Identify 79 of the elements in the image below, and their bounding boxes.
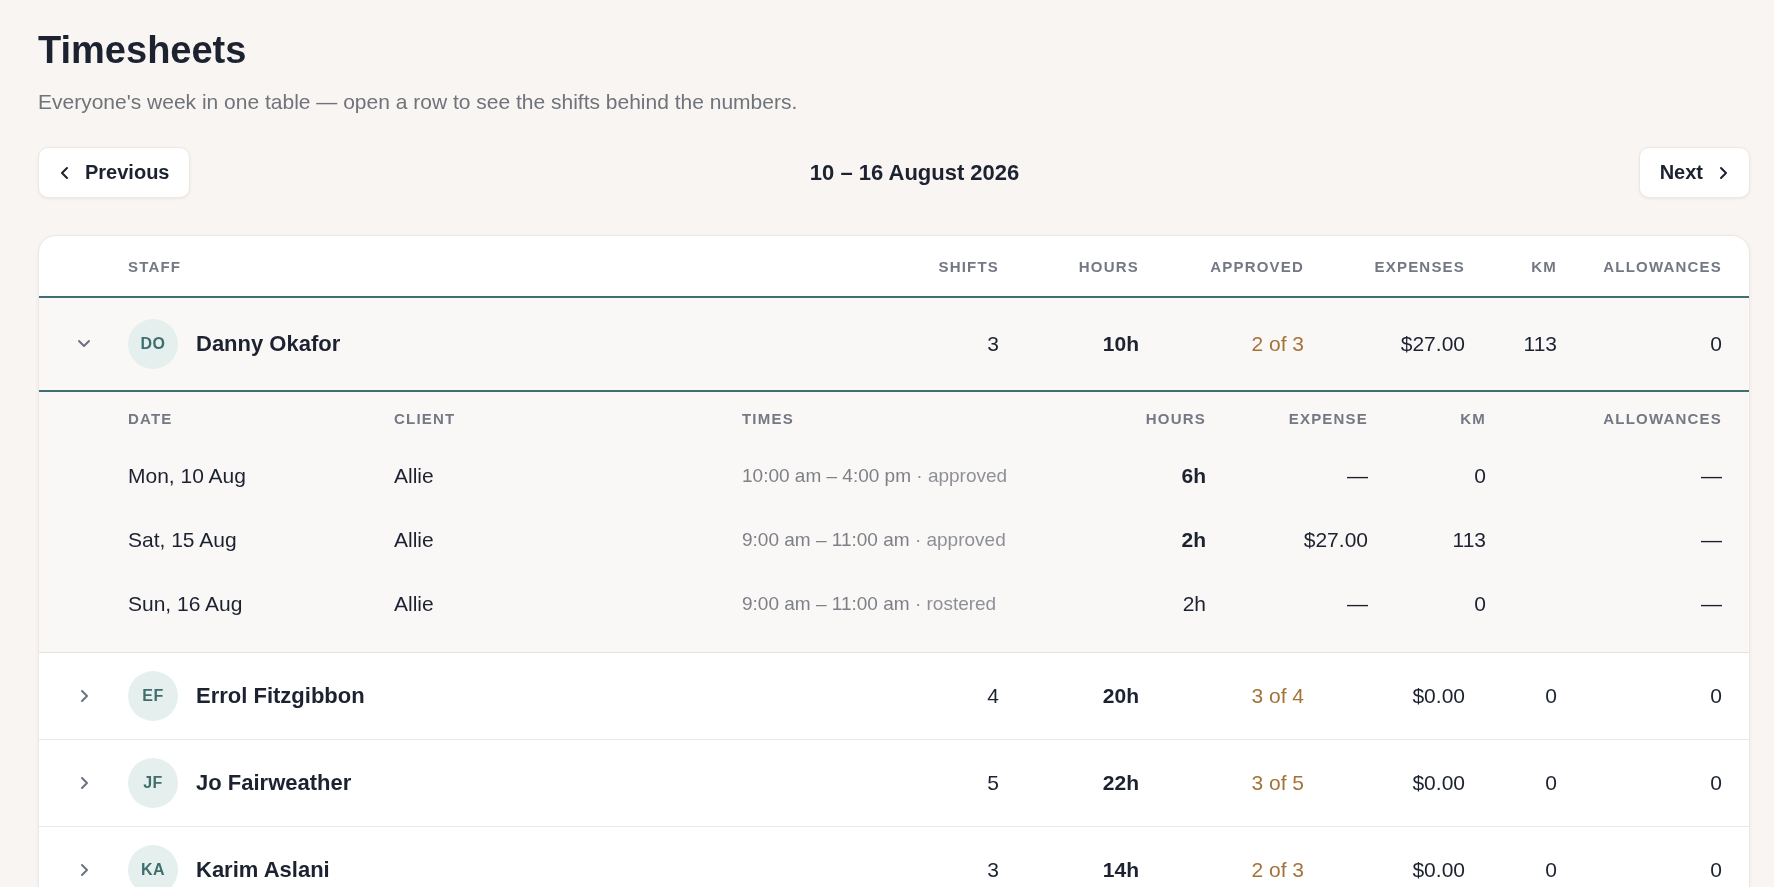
column-header: DATE <box>128 409 174 427</box>
page-subtitle: Everyone's week in one table — open a row to see the shifts behind the numbers. <box>38 90 799 114</box>
column-header: HOURS <box>1077 257 1139 275</box>
next-button[interactable]: Next <box>1638 147 1750 198</box>
shift-km: 113 <box>1451 528 1486 552</box>
staff-name: Jo Fairweather <box>196 770 352 796</box>
shift-expense: — <box>1346 464 1368 488</box>
page-title: Timesheets <box>38 28 247 73</box>
column-header: HOURS <box>1144 409 1206 427</box>
avatar-initials: DO <box>128 319 178 369</box>
chevron-left-icon <box>59 164 71 181</box>
expenses-total: $0.00 <box>1411 771 1465 795</box>
shift-count: 3 <box>986 858 999 882</box>
approved-count: 3 of 4 <box>1250 684 1304 708</box>
avatar-initials: EF <box>128 671 178 721</box>
client-name: Allie <box>394 464 435 488</box>
hours-total: 20h <box>1101 684 1139 708</box>
column-header: EXPENSE <box>1287 409 1368 427</box>
shift-allowances: — <box>1700 464 1722 488</box>
shift-allowances: — <box>1700 592 1722 616</box>
shift-km: 0 <box>1473 592 1486 616</box>
hours-total: 14h <box>1101 858 1139 882</box>
approved-count: 2 of 3 <box>1250 858 1304 882</box>
shift-hours: 2h <box>1180 528 1206 552</box>
shift-km: 0 <box>1473 464 1486 488</box>
hours-total: 10h <box>1101 332 1139 356</box>
column-header: SHIFTS <box>937 257 999 275</box>
column-header: TIMES <box>742 409 795 427</box>
shift-hours: 6h <box>1180 464 1206 488</box>
avatar-initials: KA <box>128 845 178 887</box>
column-header: CLIENT <box>394 409 457 427</box>
column-header: EXPENSES <box>1373 257 1465 275</box>
expenses-total: $0.00 <box>1411 858 1465 882</box>
client-name: Allie <box>394 592 435 616</box>
shift-count: 5 <box>986 771 999 795</box>
column-header: STAFF <box>128 257 183 275</box>
approved-count: 2 of 3 <box>1250 332 1304 356</box>
shift-count: 3 <box>986 332 999 356</box>
column-header: KM <box>1530 257 1557 275</box>
shift-expense: $27.00 <box>1302 528 1368 552</box>
column-header: APPROVED <box>1209 257 1304 275</box>
shift-times: 10:00 am – 4:00 pm · approved <box>742 465 1008 487</box>
column-header: KM <box>1459 409 1486 427</box>
avatar-initials: JF <box>128 758 178 808</box>
expenses-total: $27.00 <box>1399 332 1465 356</box>
shift-hours: 2h <box>1181 592 1206 616</box>
shift-times: 9:00 am – 11:00 am · approved <box>742 529 1006 551</box>
staff-row[interactable]: KA Karim Aslani 3 14h 2 of 3 $0.00 0 0 <box>39 827 1749 887</box>
expenses-total: $0.00 <box>1411 684 1465 708</box>
allowances-total: 0 <box>1709 332 1722 356</box>
staff-name: Danny Okafor <box>196 331 341 357</box>
shift-expense: — <box>1346 592 1368 616</box>
shift-date: Sun, 16 Aug <box>128 592 244 616</box>
staff-name: Errol Fitzgibbon <box>196 683 365 709</box>
shift-date: Sat, 15 Aug <box>128 528 238 552</box>
shift-times: 9:00 am – 11:00 am · rostered <box>742 593 997 615</box>
allowances-total: 0 <box>1709 684 1722 708</box>
allowances-total: 0 <box>1709 771 1722 795</box>
staff-name: Karim Aslani <box>196 857 330 883</box>
client-name: Allie <box>394 528 435 552</box>
column-header: ALLOWANCES <box>1602 257 1722 275</box>
allowances-total: 0 <box>1709 858 1722 882</box>
staff-row[interactable]: JF Jo Fairweather 5 22h 3 of 5 $0.00 0 0 <box>39 740 1749 827</box>
km-total: 0 <box>1544 771 1557 795</box>
hours-total: 22h <box>1101 771 1139 795</box>
staff-row[interactable]: EF Errol Fitzgibbon 4 20h 3 of 4 $0.00 0 0 <box>39 653 1749 740</box>
approved-count: 3 of 5 <box>1250 771 1304 795</box>
staff-row[interactable]: DO Danny Okafor 3 10h 2 of 3 $27.00 113 0 <box>39 298 1749 392</box>
km-total: 0 <box>1544 858 1557 882</box>
km-total: 0 <box>1544 684 1557 708</box>
shift-date: Mon, 10 Aug <box>128 464 247 488</box>
previous-button[interactable]: Previous <box>38 147 191 198</box>
shift-count: 4 <box>986 684 999 708</box>
chevron-down-icon[interactable] <box>75 338 92 350</box>
shift-allowances: — <box>1700 528 1722 552</box>
chevron-right-icon <box>1717 164 1729 181</box>
week-range: 10 – 16 August 2026 <box>809 159 1020 186</box>
km-total: 113 <box>1522 332 1557 356</box>
column-header: ALLOWANCES <box>1602 409 1722 427</box>
